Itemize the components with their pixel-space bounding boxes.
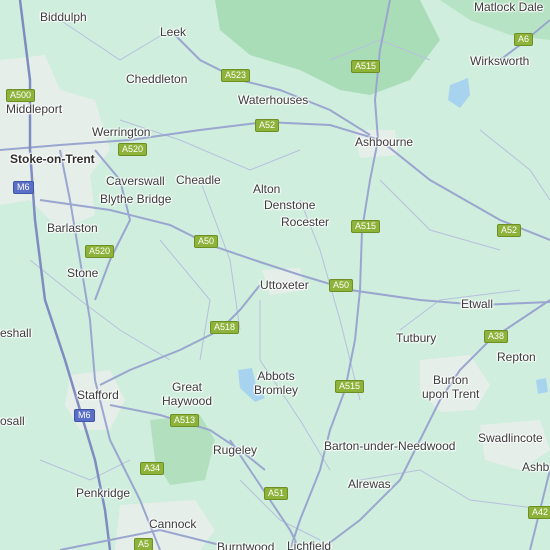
place-label-uttoxeter: Uttoxeter	[260, 278, 309, 292]
road-shield-a5: A5	[134, 538, 154, 550]
road-shield-a513: A513	[170, 414, 200, 427]
place-label-caverswall: Caverswall	[106, 174, 165, 188]
road-shield-a50-west: A50	[194, 235, 219, 248]
road-shield-m6-south: M6	[74, 409, 95, 422]
place-label-tutbury: Tutbury	[396, 331, 437, 345]
road-shield-a515-mid: A515	[351, 220, 381, 233]
road-shield-a38: A38	[484, 330, 509, 343]
place-label-burton-line2: upon Trent	[422, 387, 480, 401]
place-label-eshall: eshall	[0, 326, 32, 340]
place-label-barlaston: Barlaston	[47, 221, 98, 235]
place-label-barton-under-needwood: Barton-under-Needwood	[324, 439, 456, 453]
carsington-water	[448, 78, 470, 108]
place-label-cheddleton: Cheddleton	[126, 72, 188, 86]
place-label-cannock: Cannock	[149, 517, 197, 531]
place-label-stone: Stone	[67, 266, 99, 280]
place-label-abbots-bromley: Abbots Bromley	[254, 369, 298, 397]
place-label-abbots-line2: Bromley	[254, 383, 299, 397]
map-view[interactable]: Biddulph Leek Matlock Dale Wirksworth Ch…	[0, 0, 550, 550]
road-shield-a52-north: A52	[255, 119, 280, 132]
place-label-denstone: Denstone	[264, 198, 316, 212]
road-shield-a34: A34	[140, 462, 165, 475]
road-shield-a515-north: A515	[351, 60, 381, 73]
road-shield-a523: A523	[221, 69, 251, 82]
place-label-lichfield: Lichfield	[287, 539, 332, 550]
place-label-osall: osall	[0, 414, 25, 428]
place-label-leek: Leek	[160, 25, 187, 39]
place-label-abbots-line1: Abbots	[257, 369, 295, 383]
place-label-burton-line1: Burton	[433, 373, 469, 387]
road-shield-a500: A500	[6, 89, 36, 102]
place-label-wirksworth: Wirksworth	[470, 54, 530, 68]
place-label-repton: Repton	[497, 350, 536, 364]
road-shield-a520-north: A520	[118, 143, 148, 156]
place-label-stoke-on-trent: Stoke-on-Trent	[10, 152, 95, 166]
place-label-ashbourne: Ashbourne	[355, 135, 414, 149]
place-label-swadlincote: Swadlincote	[478, 431, 543, 445]
place-label-burton-upon-trent: Burton upon Trent	[422, 373, 479, 401]
place-label-great-line1: Great	[172, 380, 203, 394]
place-label-alrewas: Alrewas	[348, 477, 391, 491]
place-label-rugeley: Rugeley	[213, 443, 258, 457]
river-trent-lake	[536, 378, 548, 394]
place-label-cheadle: Cheadle	[176, 173, 221, 187]
place-label-biddulph: Biddulph	[40, 10, 87, 24]
place-label-great-haywood: Great Haywood	[162, 380, 212, 408]
place-label-werrington: Werrington	[92, 125, 151, 139]
road-shield-a520-south: A520	[85, 245, 115, 258]
place-label-great-line2: Haywood	[162, 394, 213, 408]
road-shield-a515-south: A515	[335, 380, 365, 393]
place-label-waterhouses: Waterhouses	[238, 93, 309, 107]
place-label-stafford: Stafford	[77, 388, 119, 402]
place-label-matlock-dale: Matlock Dale	[474, 0, 544, 14]
place-label-ashb: Ashb	[522, 460, 550, 474]
road-shield-a51: A51	[264, 487, 289, 500]
road-shield-a50-east: A50	[329, 279, 354, 292]
place-label-rocester: Rocester	[281, 215, 330, 229]
place-label-blythe-bridge: Blythe Bridge	[100, 192, 172, 206]
place-label-middleport: Middleport	[6, 102, 63, 116]
place-label-alton: Alton	[253, 182, 281, 196]
road-shield-m6-north: M6	[13, 181, 34, 194]
place-label-burntwood: Burntwood	[217, 540, 275, 550]
place-label-penkridge: Penkridge	[76, 486, 131, 500]
road-shield-a6: A6	[514, 33, 534, 46]
road-shield-a42: A42	[528, 506, 550, 519]
a520-road	[94, 149, 132, 301]
road-shield-a52-east: A52	[497, 224, 522, 237]
road-shield-a518: A518	[210, 321, 240, 334]
place-label-etwall: Etwall	[461, 297, 494, 311]
